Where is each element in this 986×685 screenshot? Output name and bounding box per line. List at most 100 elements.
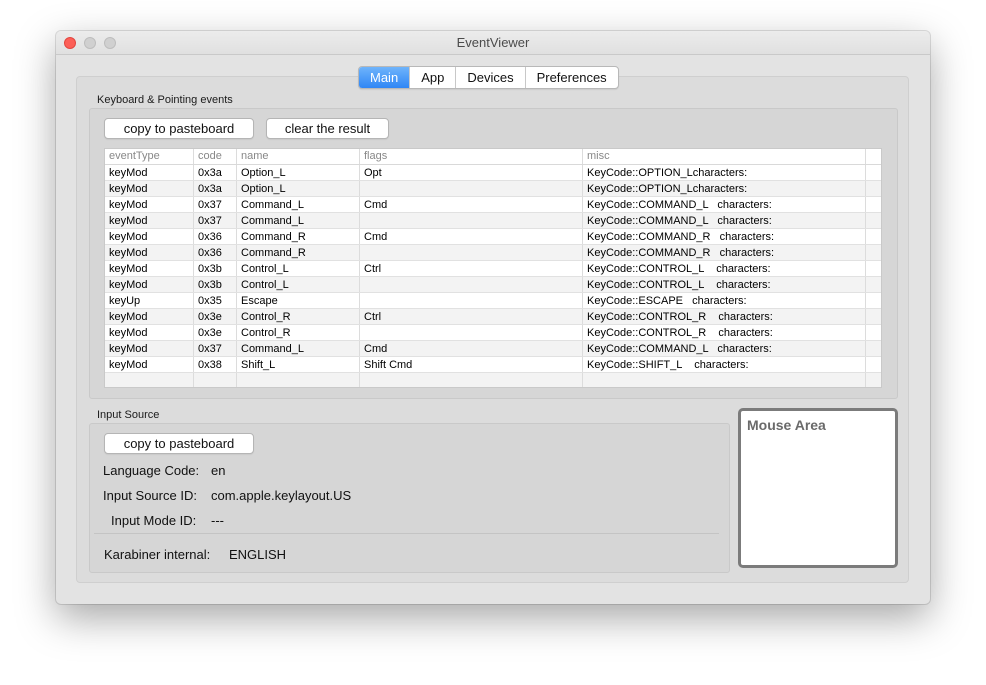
cell-name: Escape: [236, 293, 359, 309]
cell-name: Command_R: [236, 229, 359, 245]
cell-name: Command_R: [236, 245, 359, 261]
cell-code: 0x36: [193, 229, 236, 245]
column-header-name[interactable]: name: [236, 149, 359, 164]
table-row[interactable]: keyMod 0x36 Command_R KeyCode::COMMAND_R ch…: [105, 245, 881, 261]
events-table[interactable]: eventType code name flags misc keyMod 0x3a Opt…: [104, 148, 882, 388]
empty-cell: [359, 373, 582, 387]
cell-misc: KeyCode::COMMAND_L characters:: [582, 197, 865, 213]
empty-cell: [105, 373, 193, 387]
input-mode-id-label: Input Mode ID:: [111, 513, 197, 528]
table-row[interactable]: keyMod 0x3b Control_L KeyCode::CONTROL_L ch…: [105, 277, 881, 293]
empty-table-row[interactable]: [105, 373, 881, 387]
cell-code: 0x35: [193, 293, 236, 309]
table-row[interactable]: keyMod 0x3a Option_L Opt KeyCode::OPTION_Lch…: [105, 165, 881, 181]
cell-name: Control_R: [236, 325, 359, 341]
cell-flags: [359, 277, 582, 293]
table-row[interactable]: keyMod 0x3a Option_L KeyCode::OPTION_Lchara…: [105, 181, 881, 197]
karabiner-internal-label: Karabiner internal:: [104, 547, 211, 562]
table-row[interactable]: keyMod 0x38 Shift_L Shift Cmd KeyCode::SHIFT…: [105, 357, 881, 373]
cell-eventtype: keyMod: [109, 183, 148, 195]
column-header-code[interactable]: code: [193, 149, 236, 164]
cell-eventtype: keyMod: [109, 279, 148, 291]
table-row[interactable]: keyMod 0x37 Command_L Cmd KeyCode::COMMAND_L…: [105, 197, 881, 213]
column-header-flags[interactable]: flags: [359, 149, 582, 164]
cell-flags: Cmd: [359, 229, 582, 245]
empty-cell: [865, 229, 881, 245]
table-row[interactable]: keyMod 0x36 Command_R Cmd KeyCode::COMMAND_R…: [105, 229, 881, 245]
cell-flags: [359, 181, 582, 197]
cell-flags: [359, 293, 582, 309]
empty-cell: [865, 277, 881, 293]
cell-misc: KeyCode::SHIFT_L characters:: [582, 357, 865, 373]
copy-input-source-button[interactable]: copy to pasteboard: [104, 433, 254, 454]
cell-misc: KeyCode::CONTROL_R characters:: [582, 325, 865, 341]
cell-eventtype: keyMod: [109, 359, 148, 371]
table-row[interactable]: keyMod 0x3e Control_R KeyCode::CONTROL_R ch…: [105, 325, 881, 341]
input-source-id-value: com.apple.keylayout.US: [211, 488, 352, 503]
table-row[interactable]: keyMod 0x3e Control_R Ctrl KeyCode::CONTROL_…: [105, 309, 881, 325]
cell-code: 0x3e: [193, 309, 236, 325]
cell-code: 0x37: [193, 341, 236, 357]
cell-misc: KeyCode::ESCAPE characters:: [582, 293, 865, 309]
column-header-spacer: [865, 149, 881, 164]
cell-eventtype: keyMod: [109, 343, 148, 355]
empty-cell: [865, 245, 881, 261]
input-source-group-label: Input Source: [97, 409, 160, 421]
keyboard-events-group-label: Keyboard & Pointing events: [97, 94, 233, 106]
tab-main[interactable]: Main: [359, 67, 410, 88]
empty-cell: [865, 261, 881, 277]
empty-cell: [865, 293, 881, 309]
cell-name: Control_L: [236, 261, 359, 277]
cell-eventtype: keyMod: [109, 231, 148, 243]
input-mode-id-value: ---: [211, 513, 224, 528]
cell-eventtype: keyMod: [109, 327, 148, 339]
cell-misc: KeyCode::COMMAND_R characters:: [582, 229, 865, 245]
cell-eventtype: keyUp: [109, 295, 141, 307]
mouse-area[interactable]: Mouse Area: [738, 408, 898, 568]
empty-cell: [865, 309, 881, 325]
cell-flags: [359, 325, 582, 341]
language-code-value: en: [211, 463, 226, 478]
cell-eventtype: keyMod: [109, 167, 148, 179]
empty-cell: [865, 325, 881, 341]
cell-code: 0x38: [193, 357, 236, 373]
cell-eventtype: keyMod: [109, 199, 148, 211]
cell-misc: KeyCode::OPTION_Lcharacters:: [582, 165, 865, 181]
cell-flags: Opt: [359, 165, 582, 181]
cell-misc: KeyCode::COMMAND_L characters:: [582, 341, 865, 357]
cell-code: 0x3e: [193, 325, 236, 341]
empty-cell: [865, 213, 881, 229]
empty-cell: [865, 181, 881, 197]
cell-flags: Ctrl: [359, 261, 582, 277]
table-row[interactable]: keyUp 0x35 Escape KeyCode::ESCAPE character…: [105, 293, 881, 309]
empty-cell: [865, 373, 881, 387]
tab-devices[interactable]: Devices: [455, 67, 524, 88]
cell-name: Shift_L: [236, 357, 359, 373]
language-code-label: Language Code:: [103, 463, 200, 478]
cell-misc: KeyCode::CONTROL_L characters:: [582, 261, 865, 277]
clear-result-button[interactable]: clear the result: [266, 118, 389, 139]
cell-misc: KeyCode::COMMAND_R characters:: [582, 245, 865, 261]
copy-events-button[interactable]: copy to pasteboard: [104, 118, 254, 139]
cell-flags: Ctrl: [359, 309, 582, 325]
column-header-misc[interactable]: misc: [582, 149, 865, 164]
title-bar: EventViewer: [56, 31, 930, 55]
tab-app[interactable]: App: [409, 67, 455, 88]
empty-cell: [865, 341, 881, 357]
column-header-eventtype[interactable]: eventType: [105, 149, 193, 164]
table-row[interactable]: keyMod 0x37 Command_L Cmd KeyCode::COMMAND_L…: [105, 341, 881, 357]
cell-name: Control_L: [236, 277, 359, 293]
cell-name: Control_R: [236, 309, 359, 325]
table-row[interactable]: keyMod 0x37 Command_L KeyCode::COMMAND_L ch…: [105, 213, 881, 229]
cell-name: Option_L: [236, 181, 359, 197]
events-table-header: eventType code name flags misc: [105, 149, 881, 165]
cell-code: 0x3a: [193, 181, 236, 197]
cell-name: Command_L: [236, 213, 359, 229]
tab-bar: Main App Devices Preferences: [358, 66, 619, 89]
table-row[interactable]: keyMod 0x3b Control_L Ctrl KeyCode::CONTROL_…: [105, 261, 881, 277]
input-source-separator: [94, 533, 719, 534]
cell-eventtype: keyMod: [109, 215, 148, 227]
cell-flags: [359, 213, 582, 229]
tab-preferences[interactable]: Preferences: [524, 67, 618, 88]
empty-cell: [865, 357, 881, 373]
